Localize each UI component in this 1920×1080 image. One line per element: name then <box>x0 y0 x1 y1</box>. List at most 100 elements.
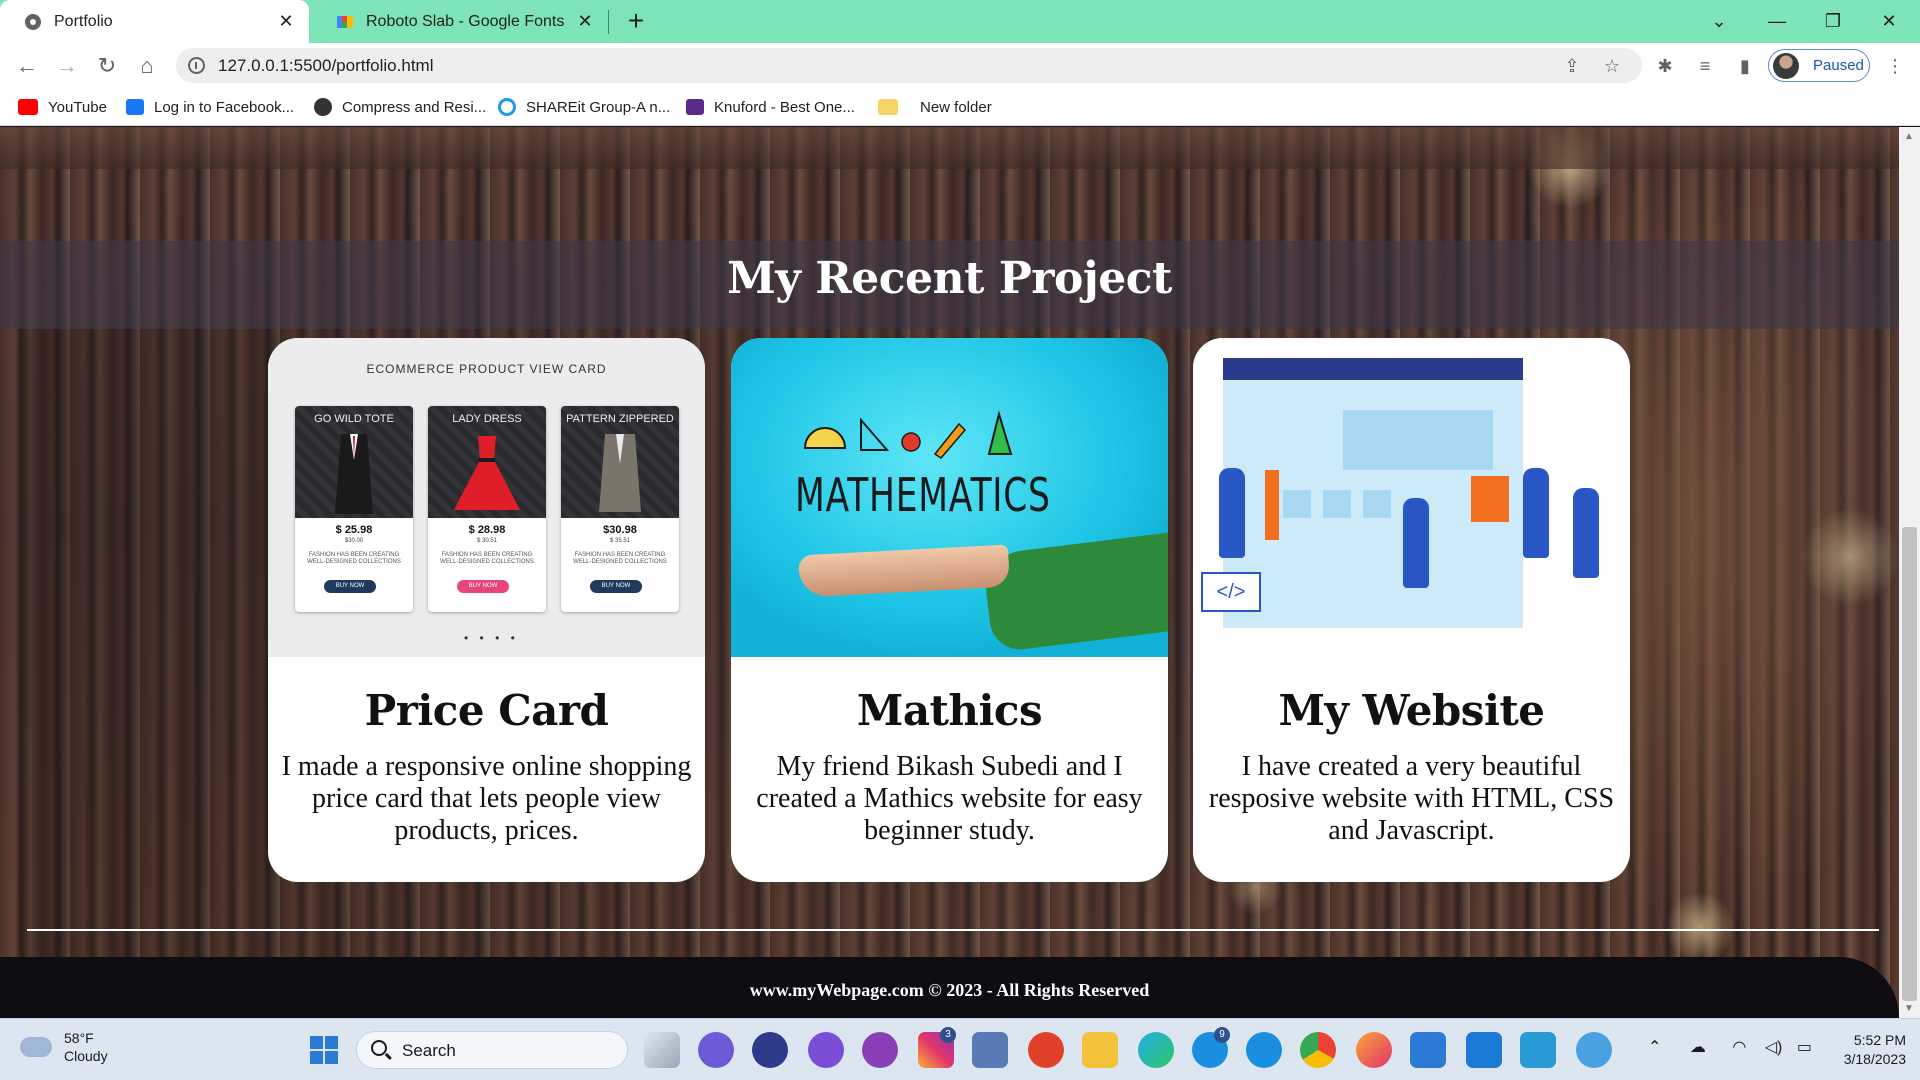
site-info-icon[interactable] <box>188 57 205 74</box>
minimize-button[interactable]: — <box>1762 6 1792 36</box>
tab-roboto-slab[interactable]: Roboto Slab - Google Fonts ✕ <box>312 0 608 43</box>
chevron-up-icon[interactable]: ⌃ <box>1648 1039 1661 1056</box>
system-tray[interactable]: ⌃ ☁ ◠ ◁) ▭ <box>1648 1037 1812 1057</box>
scroll-down-icon[interactable]: ▼ <box>1904 1003 1914 1014</box>
tab-title: Roboto Slab - Google Fonts <box>366 12 565 30</box>
firefox-icon[interactable] <box>1356 1032 1392 1068</box>
chart-block <box>1265 470 1279 540</box>
project-description: I made a responsive online shopping pric… <box>281 751 692 846</box>
bookmark-shareit[interactable]: SHAREit Group-A n... <box>498 96 670 118</box>
browser-illustration <box>1223 358 1523 628</box>
hand-graphic <box>798 544 1010 598</box>
browser-toolbar: ← → ↻ ⌂ 127.0.0.1:5500/portfolio.html ⇪ … <box>0 43 1920 88</box>
profile-button[interactable]: Paused <box>1768 49 1870 82</box>
project-thumbnail: ECOMMERCE PRODUCT VIEW CARD GO WILD TOTE… <box>268 338 705 657</box>
viber-icon[interactable] <box>808 1032 844 1068</box>
scrollbar-thumb[interactable] <box>1902 527 1917 1001</box>
forward-button[interactable]: → <box>52 51 82 81</box>
extensions-icon[interactable]: ✱ <box>1652 53 1678 79</box>
paint-icon[interactable] <box>1520 1032 1556 1068</box>
teams-chat-icon[interactable] <box>698 1032 734 1068</box>
mathematics-word: MATHEMATICS <box>795 468 1051 522</box>
illustration-panel <box>1363 490 1391 518</box>
phone-icon[interactable] <box>1246 1032 1282 1068</box>
page-viewport[interactable]: My Recent Project ECOMMERCE PRODUCT VIEW… <box>0 127 1899 1018</box>
tab-search-icon[interactable]: ⌄ <box>1704 6 1734 36</box>
mini-product-card: LADY DRESS $ 28.98 $ 30.51 FASHION HAS B… <box>428 406 546 612</box>
search-label: Search <box>402 1041 456 1060</box>
stocks-icon[interactable] <box>972 1032 1008 1068</box>
bookmark-facebook[interactable]: Log in to Facebook... <box>126 96 294 118</box>
new-tab-button[interactable]: + <box>622 7 650 36</box>
start-icon[interactable] <box>310 1036 338 1064</box>
bookmark-compress[interactable]: Compress and Resi... <box>314 96 486 118</box>
address-bar[interactable]: 127.0.0.1:5500/portfolio.html ⇪ ☆ <box>176 48 1642 83</box>
side-panel-icon[interactable]: ▮ <box>1732 53 1758 79</box>
task-view-icon[interactable] <box>644 1032 680 1068</box>
bookmark-star-icon[interactable]: ☆ <box>1600 54 1624 78</box>
search-icon <box>371 1040 387 1056</box>
illustration-panel <box>1343 410 1493 470</box>
vscode-icon[interactable] <box>1466 1032 1502 1068</box>
project-title: Mathics <box>856 686 1043 735</box>
chrome-icon[interactable] <box>1300 1032 1336 1068</box>
scroll-up-icon[interactable]: ▲ <box>1904 131 1914 142</box>
github-icon[interactable] <box>862 1032 898 1068</box>
weather-widget[interactable]: 58°F Cloudy <box>20 1029 108 1065</box>
app-icon[interactable] <box>1028 1032 1064 1068</box>
onedrive-icon[interactable]: ☁ <box>1690 1039 1706 1056</box>
tab-portfolio[interactable]: Portfolio ✕ <box>0 0 309 43</box>
bookmark-label: YouTube <box>48 98 107 116</box>
product-price: $ 25.98 <box>335 524 373 536</box>
person-illustration <box>1523 468 1549 558</box>
mini-product-card: PATTERN ZIPPERED $30.98 $ 35.51 FASHION … <box>561 406 679 612</box>
file-explorer-icon[interactable] <box>1082 1032 1118 1068</box>
bookmark-new-folder[interactable]: New folder <box>878 96 992 118</box>
battery-icon[interactable]: ▭ <box>1797 1039 1812 1056</box>
project-card-mathics[interactable]: MATHEMATICS Mathics My friend Bikash Sub… <box>731 338 1168 882</box>
person-illustration <box>1573 488 1599 578</box>
product-old-price: $30.00 <box>344 538 364 544</box>
clock[interactable]: 5:52 PM 3/18/2023 <box>1830 1031 1906 1069</box>
menu-icon[interactable]: ⋮ <box>1882 53 1908 79</box>
avatar <box>1773 52 1799 79</box>
profile-status: Paused <box>1813 57 1864 74</box>
sleeve-graphic <box>981 531 1168 653</box>
product-desc: FASHION HAS BEEN CREATING WELL-DESIGNED … <box>307 552 401 565</box>
page-scrollbar[interactable]: ▲ ▼ <box>1899 127 1920 1018</box>
media-control-icon[interactable]: ≡ <box>1692 53 1718 79</box>
edge-icon[interactable] <box>1138 1032 1174 1068</box>
globe-icon[interactable] <box>1576 1032 1612 1068</box>
project-description: I have created a very beautiful resposiv… <box>1208 751 1615 846</box>
home-button[interactable]: ⌂ <box>132 51 162 81</box>
close-window-button[interactable]: ✕ <box>1874 6 1904 36</box>
person-illustration <box>1403 498 1429 588</box>
reload-button[interactable]: ↻ <box>92 51 122 81</box>
suit-icon <box>335 434 373 514</box>
share-icon[interactable]: ⇪ <box>1560 54 1584 78</box>
app-icon[interactable] <box>752 1032 788 1068</box>
thumbnail-heading: ECOMMERCE PRODUCT VIEW CARD <box>366 362 607 376</box>
bookmark-youtube[interactable]: YouTube <box>18 96 107 118</box>
weather-desc: Cloudy <box>64 1048 108 1064</box>
bookmark-knuford[interactable]: Knuford - Best One... <box>686 96 855 118</box>
project-card-price-card[interactable]: ECOMMERCE PRODUCT VIEW CARD GO WILD TOTE… <box>268 338 705 882</box>
cloud-icon <box>20 1037 52 1057</box>
product-name: PATTERN ZIPPERED <box>566 413 674 425</box>
mini-product-card: GO WILD TOTE $ 25.98 $30.00 FASHION HAS … <box>295 406 413 612</box>
tab-title: Portfolio <box>54 12 113 30</box>
wifi-icon[interactable]: ◠ <box>1732 1039 1746 1056</box>
close-tab-icon[interactable]: ✕ <box>277 12 295 30</box>
tab-separator <box>608 10 609 34</box>
project-thumbnail: MATHEMATICS <box>731 338 1168 657</box>
maximize-button[interactable]: ❐ <box>1818 6 1848 36</box>
close-tab-icon[interactable]: ✕ <box>576 12 594 30</box>
math-tools-icon <box>803 410 1013 459</box>
volume-icon[interactable]: ◁) <box>1765 1039 1783 1056</box>
project-card-my-website[interactable]: </> My Website I have created a very bea… <box>1193 338 1630 882</box>
url-text[interactable]: 127.0.0.1:5500/portfolio.html <box>218 56 433 76</box>
illustration-panel <box>1283 490 1311 518</box>
notepad-icon[interactable] <box>1410 1032 1446 1068</box>
back-button[interactable]: ← <box>12 51 42 81</box>
taskbar-search[interactable]: Search <box>356 1031 628 1069</box>
